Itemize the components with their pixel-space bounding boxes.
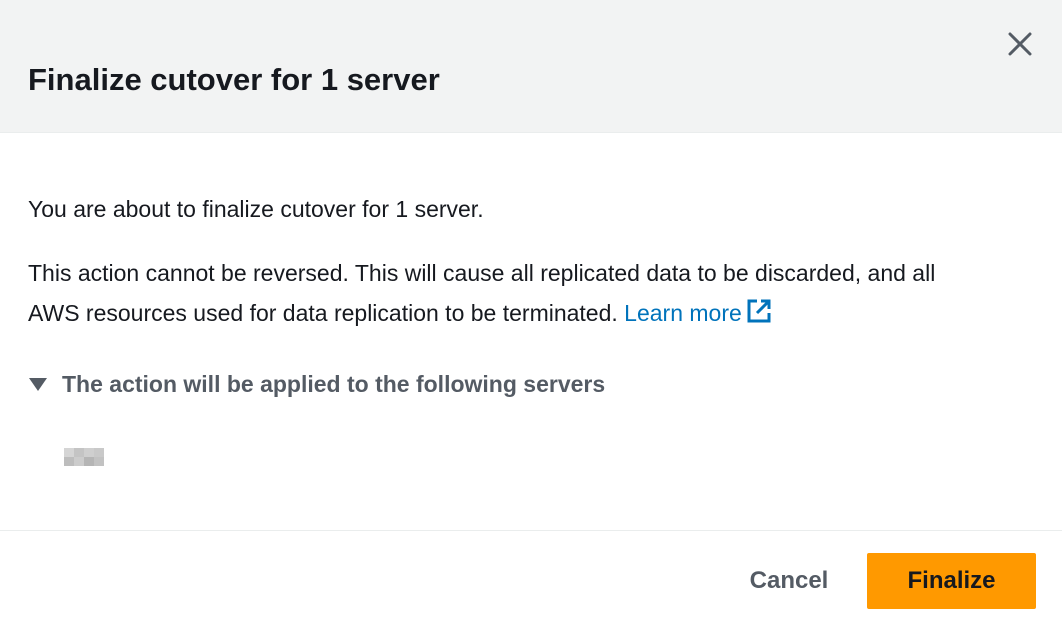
redacted-server-name: [64, 448, 104, 466]
warning-line-1: This action cannot be reversed. This wil…: [28, 260, 936, 286]
caret-down-icon: [28, 375, 50, 393]
servers-expander[interactable]: The action will be applied to the follow…: [28, 366, 605, 402]
modal-title: Finalize cutover for 1 server: [28, 62, 440, 97]
finalize-cutover-modal: Finalize cutover for 1 server You are ab…: [0, 0, 1062, 622]
finalize-button[interactable]: Finalize: [867, 553, 1036, 609]
server-list: [64, 448, 104, 466]
close-icon: [1008, 32, 1032, 56]
cancel-button[interactable]: Cancel: [736, 553, 842, 609]
modal-footer: Cancel Finalize: [0, 530, 1062, 622]
intro-text: You are about to finalize cutover for 1 …: [28, 196, 484, 222]
external-link-icon: [747, 299, 771, 323]
warning-line-2-container: AWS resources used for data replication …: [28, 293, 1048, 333]
warning-text: This action cannot be reversed. This wil…: [28, 253, 1048, 333]
learn-more-label: Learn more: [624, 300, 742, 326]
expander-label: The action will be applied to the follow…: [62, 370, 606, 397]
warning-line-2: AWS resources used for data replication …: [28, 300, 618, 326]
learn-more-link[interactable]: Learn more: [624, 299, 772, 326]
close-button[interactable]: [1000, 24, 1040, 64]
modal-header: Finalize cutover for 1 server: [0, 0, 1062, 133]
